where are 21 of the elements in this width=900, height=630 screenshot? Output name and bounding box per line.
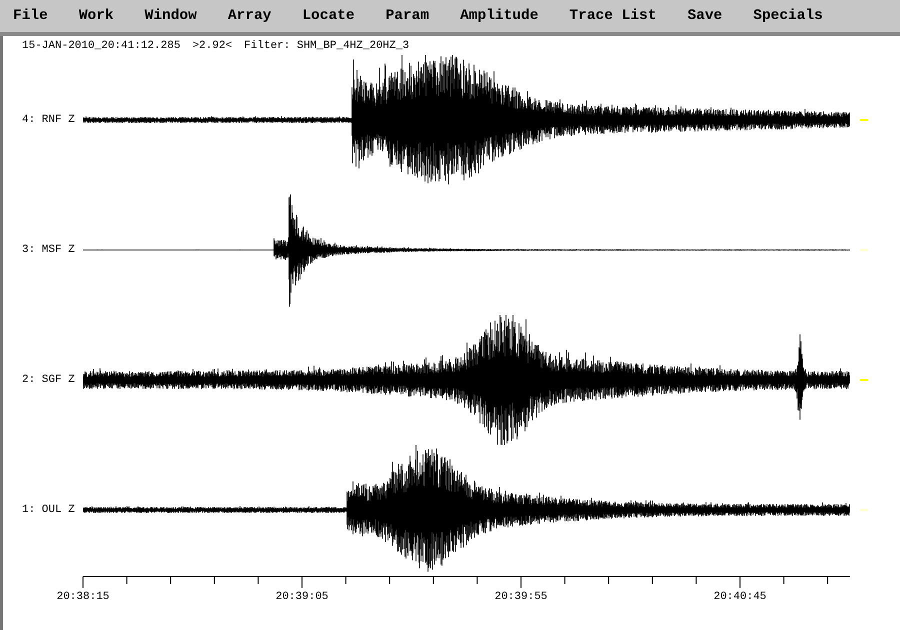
- trace-label: 1: OUL Z: [21, 504, 76, 516]
- menu-item[interactable]: Amplitude: [452, 6, 546, 26]
- trace-label: 2: SGF Z: [21, 374, 76, 386]
- menu-item[interactable]: Locate: [294, 6, 363, 26]
- time-label: 20:39:05: [276, 591, 328, 603]
- timestamp-text: 15-JAN-2010_20:41:12.285: [22, 40, 180, 54]
- filter-text: Filter: SHM_BP_4HZ_20HZ_3: [244, 40, 410, 54]
- menu-item[interactable]: Param: [378, 6, 438, 26]
- menu-item[interactable]: Trace List: [561, 6, 664, 26]
- menu-item[interactable]: Window: [136, 6, 205, 26]
- time-label: 20:39:55: [494, 591, 548, 603]
- value-text: >2.92<: [192, 40, 232, 54]
- menu-item[interactable]: Save: [679, 6, 730, 26]
- time-label: 20:38:15: [56, 591, 110, 603]
- time-label: 20:40:45: [714, 591, 766, 603]
- menu-item[interactable]: Work: [70, 6, 122, 26]
- menu-item[interactable]: File: [5, 6, 56, 26]
- menu-item[interactable]: Specials: [745, 6, 831, 26]
- trace-label: 3: MSF Z: [21, 244, 76, 256]
- menu-item[interactable]: Array: [220, 6, 280, 26]
- trace-label: 4: RNF Z: [21, 114, 76, 126]
